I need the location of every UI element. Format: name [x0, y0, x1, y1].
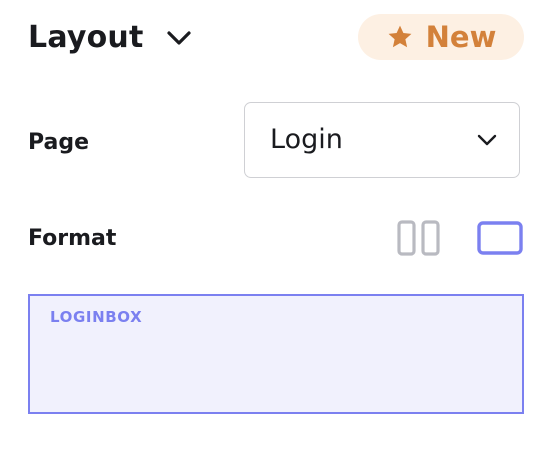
new-badge: New: [358, 14, 524, 60]
loginbox-canvas[interactable]: LOGINBOX: [28, 294, 524, 414]
page-select[interactable]: Login: [244, 102, 520, 178]
single-box-layout-icon: [476, 219, 524, 257]
section-title: Layout: [28, 20, 144, 55]
layout-header: Layout New: [28, 14, 524, 62]
format-option-split[interactable]: [396, 219, 444, 257]
page-select-value: Login: [270, 124, 343, 155]
loginbox-label: LOGINBOX: [50, 308, 143, 326]
chevron-down-icon: [477, 134, 497, 146]
format-option-single[interactable]: [476, 219, 524, 257]
page-label: Page: [28, 130, 90, 155]
layout-section-toggle[interactable]: Layout: [28, 20, 192, 56]
new-badge-label: New: [425, 20, 497, 54]
chevron-down-icon: [166, 30, 192, 46]
two-column-layout-icon: [396, 219, 444, 257]
format-label: Format: [28, 226, 117, 251]
star-icon: [386, 23, 414, 51]
